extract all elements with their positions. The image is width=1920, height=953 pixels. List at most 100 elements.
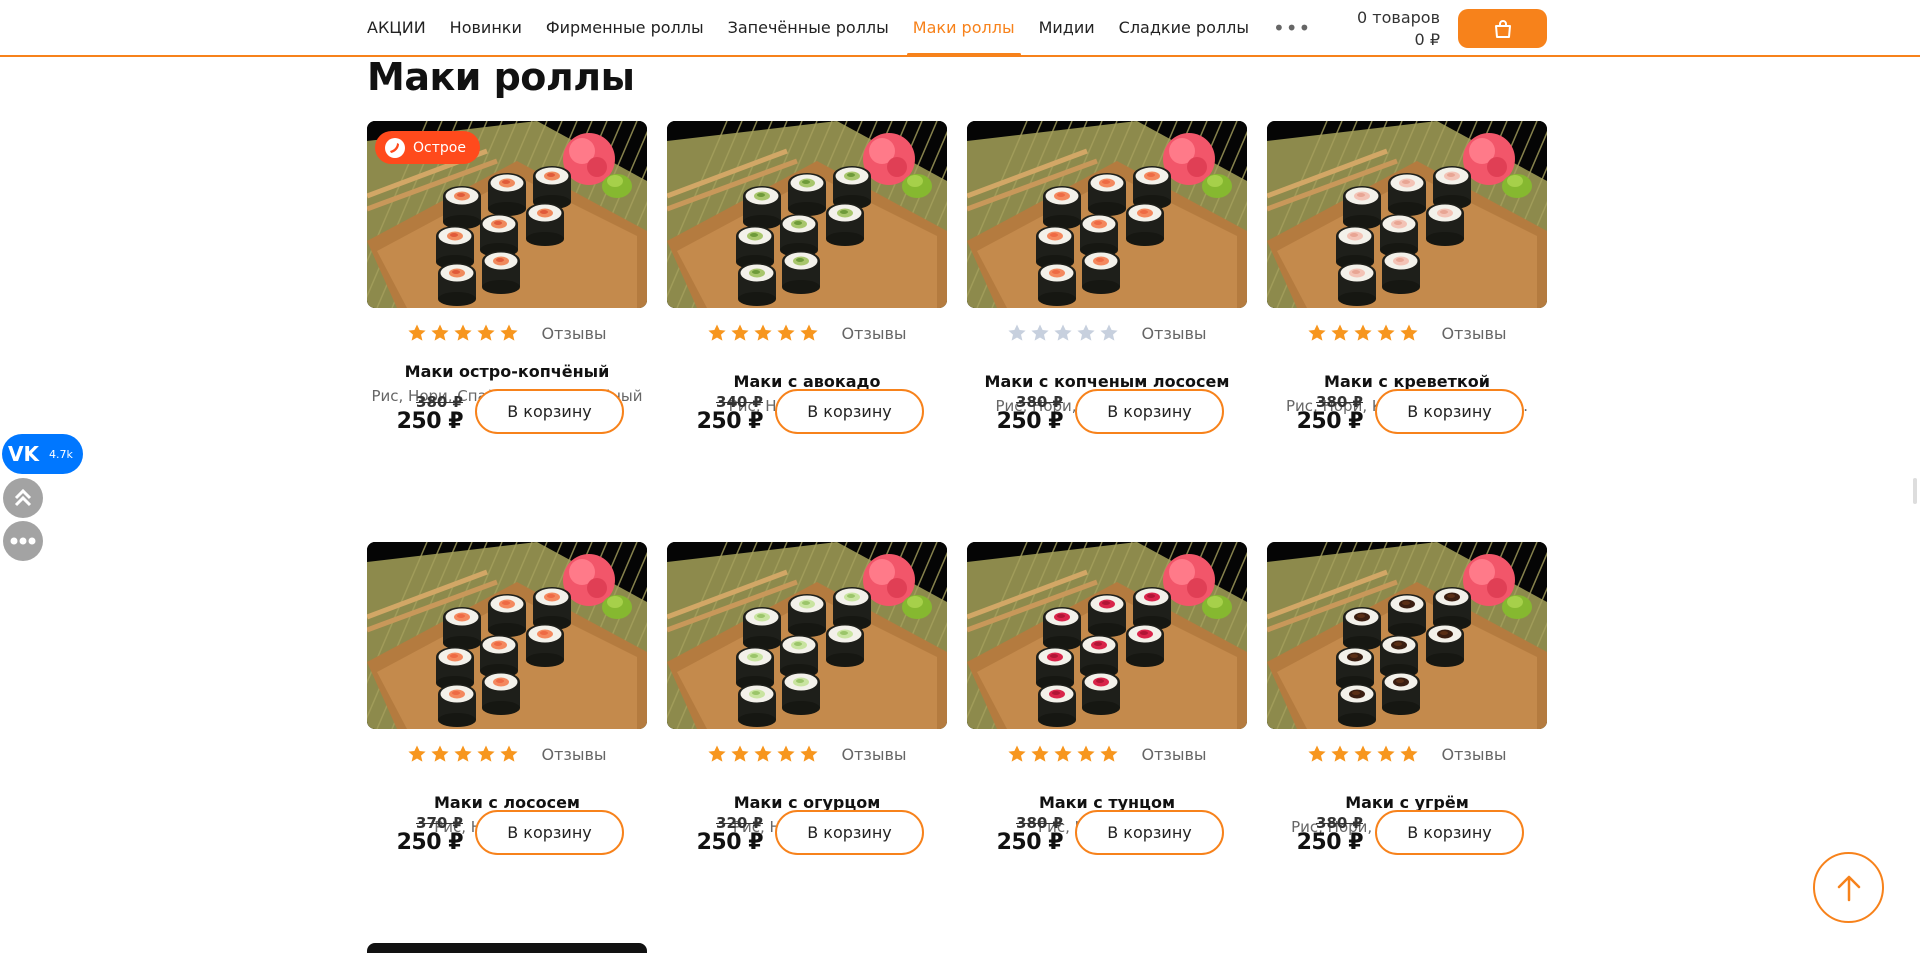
star-icon xyxy=(731,745,750,762)
product-photo-svg xyxy=(967,542,1247,729)
prices: 380 ₽ 250 ₽ xyxy=(1267,813,1375,854)
rating-stars[interactable] xyxy=(1307,323,1419,343)
rating-stars[interactable] xyxy=(1307,744,1419,764)
more-dots-icon-svg xyxy=(10,537,36,545)
star-icon xyxy=(431,745,450,762)
current-price: 250 ₽ xyxy=(996,408,1064,434)
product-photo[interactable]: Острое xyxy=(367,121,647,308)
product-photo-svg xyxy=(1267,121,1547,308)
reviews-link[interactable]: Отзывы xyxy=(1441,745,1506,764)
nav-item-6[interactable]: Сладкие роллы xyxy=(1119,0,1249,55)
star-icon xyxy=(777,745,796,762)
add-to-cart-button[interactable]: В корзину xyxy=(1375,389,1524,434)
star-icon xyxy=(477,324,496,341)
star-icon xyxy=(1008,745,1027,762)
product-card[interactable]: Отзывы Маки с копченым лососем Рис, Нори… xyxy=(967,121,1247,542)
add-to-cart-button[interactable]: В корзину xyxy=(775,810,924,855)
star-icon xyxy=(1308,745,1327,762)
star-icon xyxy=(1400,745,1419,762)
star-icon xyxy=(1377,745,1396,762)
price-row: 380 ₽ 250 ₽ В корзину xyxy=(1267,389,1547,434)
reviews-link[interactable]: Отзывы xyxy=(541,745,606,764)
nav-item-4[interactable]: Маки роллы xyxy=(906,0,1021,56)
star-icon xyxy=(1331,745,1350,762)
product-card[interactable]: Отзывы Маки с креветкой Рис, Нори, Креве… xyxy=(1267,121,1547,542)
nav-item-0[interactable]: АКЦИИ xyxy=(367,0,426,55)
add-to-cart-button[interactable]: В корзину xyxy=(775,389,924,434)
product-card[interactable]: Отзывы Маки с угрём Рис, Нори, Соус унаг… xyxy=(1267,542,1547,942)
cart-count: 0 товаров xyxy=(1357,8,1440,27)
add-to-cart-button[interactable]: В корзину xyxy=(1375,810,1524,855)
more-dots-icon[interactable] xyxy=(3,521,43,561)
scroll-top-button[interactable] xyxy=(1813,852,1884,923)
product-photo[interactable] xyxy=(667,542,947,729)
reviews-link[interactable]: Отзывы xyxy=(841,745,906,764)
add-to-cart-button[interactable]: В корзину xyxy=(475,389,624,434)
star-icon xyxy=(708,324,727,341)
star-icon xyxy=(431,324,450,341)
nav-item-2[interactable]: Фирменные роллы xyxy=(546,0,704,55)
star-icon xyxy=(454,324,473,341)
arrow-up-icon xyxy=(1837,875,1860,901)
star-icon xyxy=(1054,324,1073,341)
rating-stars[interactable] xyxy=(407,323,519,343)
star-icon xyxy=(1031,324,1050,341)
category-nav: АКЦИИ Новинки Фирменные роллы Запечённые ро… xyxy=(367,0,1311,56)
cart-summary[interactable]: 0 товаров 0 ₽ xyxy=(1320,7,1440,51)
product-card[interactable]: Отзывы Маки с огурцом Рис, Нори, Огурец.… xyxy=(667,542,947,942)
reviews-link[interactable]: Отзывы xyxy=(541,324,606,343)
product-photo[interactable] xyxy=(967,121,1247,308)
vk-widget[interactable]: VK 4.7k xyxy=(2,434,83,474)
star-icon xyxy=(800,745,819,762)
price-row: 380 ₽ 250 ₽ В корзину xyxy=(367,389,647,434)
nav-more-icon[interactable]: ••• xyxy=(1273,0,1311,55)
product-photo[interactable] xyxy=(1267,121,1547,308)
product-photo[interactable] xyxy=(367,542,647,729)
cart-button[interactable] xyxy=(1458,9,1547,48)
product-photo[interactable] xyxy=(1267,542,1547,729)
rating-stars[interactable] xyxy=(707,323,819,343)
chili-pepper-icon xyxy=(385,137,405,158)
product-photo[interactable] xyxy=(667,121,947,308)
star-icon xyxy=(1100,324,1119,341)
product-card[interactable]: Отзывы Маки с лососем Рис, Нори, Лосось.… xyxy=(367,542,647,942)
prices: 340 ₽ 250 ₽ xyxy=(667,392,775,433)
star-icon xyxy=(1100,745,1119,762)
reviews-link[interactable]: Отзывы xyxy=(841,324,906,343)
nav-item-5[interactable]: Мидии xyxy=(1039,0,1095,55)
star-icon xyxy=(1077,324,1096,341)
product-card[interactable]: Отзывы Маки с авокадо Рис, Нори, Авокадо… xyxy=(667,121,947,542)
nav-item-3[interactable]: Запечённые роллы xyxy=(728,0,889,55)
double-chevron-up-icon[interactable] xyxy=(3,478,43,518)
add-to-cart-button[interactable]: В корзину xyxy=(1075,810,1224,855)
current-price: 250 ₽ xyxy=(696,829,764,855)
add-to-cart-button[interactable]: В корзину xyxy=(475,810,624,855)
next-product-photo-partial xyxy=(367,943,647,953)
current-price: 250 ₽ xyxy=(996,829,1064,855)
rating-stars[interactable] xyxy=(707,744,819,764)
double-chevron-up-icon-svg xyxy=(14,488,32,507)
rating-row: Отзывы xyxy=(967,729,1247,779)
reviews-link[interactable]: Отзывы xyxy=(1141,324,1206,343)
add-to-cart-button[interactable]: В корзину xyxy=(1075,389,1224,434)
product-grid: Острое Отзывы Маки остро-копчёный Рис, Н… xyxy=(367,121,1547,942)
prices: 370 ₽ 250 ₽ xyxy=(367,813,475,854)
scrollbar-thumb[interactable] xyxy=(1913,478,1917,504)
nav-item-1[interactable]: Новинки xyxy=(450,0,522,55)
star-icon xyxy=(708,745,727,762)
price-row: 380 ₽ 250 ₽ В корзину xyxy=(967,810,1247,855)
reviews-link[interactable]: Отзывы xyxy=(1441,324,1506,343)
star-icon xyxy=(1400,324,1419,341)
star-icon xyxy=(777,324,796,341)
product-name[interactable]: Маки остро-копчёный xyxy=(367,361,647,383)
reviews-link[interactable]: Отзывы xyxy=(1141,745,1206,764)
star-icon xyxy=(1308,324,1327,341)
rating-stars[interactable] xyxy=(1007,323,1119,343)
rating-stars[interactable] xyxy=(407,744,519,764)
product-card[interactable]: Отзывы Маки с тунцом Рис, Нори, Тунец. 3… xyxy=(967,542,1247,942)
product-photo[interactable] xyxy=(967,542,1247,729)
rating-stars[interactable] xyxy=(1007,744,1119,764)
star-icon xyxy=(1377,324,1396,341)
product-card[interactable]: Острое Отзывы Маки остро-копчёный Рис, Н… xyxy=(367,121,647,542)
price-row: 370 ₽ 250 ₽ В корзину xyxy=(367,810,647,855)
